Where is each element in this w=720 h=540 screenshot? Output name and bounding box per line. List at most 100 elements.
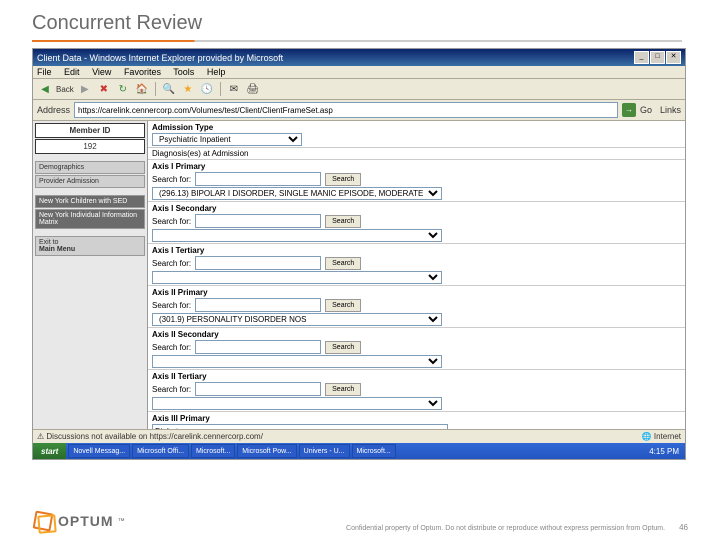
sidebar-exit[interactable]: Exit to Main Menu bbox=[35, 236, 145, 256]
axis1t-title: Axis I Tertiary bbox=[152, 246, 681, 255]
logo-text: OPTUM bbox=[58, 513, 114, 529]
task-item[interactable]: Microsoft... bbox=[352, 444, 396, 458]
axis2s-select[interactable] bbox=[152, 355, 442, 368]
close-button[interactable]: ✕ bbox=[666, 51, 681, 64]
axis2t-select[interactable] bbox=[152, 397, 442, 410]
task-item[interactable]: Microsoft Pow... bbox=[237, 444, 296, 458]
separator bbox=[220, 82, 221, 96]
content-area: Member ID 192 Demographics Provider Admi… bbox=[33, 121, 685, 451]
history-icon[interactable]: 🕓 bbox=[199, 81, 215, 97]
slide-footer: OPTUM ™ Confidential property of Optum. … bbox=[32, 510, 688, 532]
search-label: Search for: bbox=[152, 259, 191, 268]
axis1t-select[interactable] bbox=[152, 271, 442, 284]
axis2t-search-input[interactable] bbox=[195, 382, 321, 396]
task-item[interactable]: Novell Messag... bbox=[68, 444, 130, 458]
taskbar: start Novell Messag... Microsoft Offi...… bbox=[33, 443, 685, 459]
menu-view[interactable]: View bbox=[92, 67, 111, 77]
home-icon[interactable]: 🏠 bbox=[134, 81, 150, 97]
links-label[interactable]: Links bbox=[660, 105, 681, 115]
axis1p-select[interactable]: (296.13) BIPOLAR I DISORDER, SINGLE MANI… bbox=[152, 187, 442, 200]
print-icon[interactable]: 🖨 bbox=[245, 81, 261, 97]
forward-icon[interactable]: ▶ bbox=[77, 81, 93, 97]
axis2s-search-button[interactable]: Search bbox=[325, 341, 361, 354]
address-input[interactable] bbox=[74, 102, 618, 118]
axis1s-select[interactable] bbox=[152, 229, 442, 242]
task-item[interactable]: Microsoft... bbox=[191, 444, 235, 458]
ie-window: Client Data - Windows Internet Explorer … bbox=[32, 48, 686, 460]
go-button[interactable]: → bbox=[622, 103, 636, 117]
task-item[interactable]: Microsoft Offi... bbox=[132, 444, 189, 458]
axis2t-title: Axis II Tertiary bbox=[152, 372, 681, 381]
optum-logo: OPTUM ™ bbox=[32, 510, 125, 532]
address-label: Address bbox=[37, 105, 70, 115]
menu-file[interactable]: File bbox=[37, 67, 52, 77]
axis2p-search-button[interactable]: Search bbox=[325, 299, 361, 312]
axis2t-search-button[interactable]: Search bbox=[325, 383, 361, 396]
task-item[interactable]: Univers - U... bbox=[299, 444, 350, 458]
page-number: 46 bbox=[679, 523, 688, 532]
search-label: Search for: bbox=[152, 175, 191, 184]
ie-titlebar: Client Data - Windows Internet Explorer … bbox=[33, 49, 685, 66]
status-left: ⚠ Discussions not available on https://c… bbox=[37, 432, 263, 441]
axis1s-search-button[interactable]: Search bbox=[325, 215, 361, 228]
minimize-button[interactable]: _ bbox=[634, 51, 649, 64]
diagnoses-label: Diagnosis(es) at Admission bbox=[152, 149, 681, 158]
search-label: Search for: bbox=[152, 301, 191, 310]
window-title: Client Data - Windows Internet Explorer … bbox=[37, 53, 283, 63]
back-icon[interactable]: ◀ bbox=[37, 81, 53, 97]
exit-target: Main Menu bbox=[39, 246, 141, 253]
search-icon[interactable]: 🔍 bbox=[161, 81, 177, 97]
go-label: Go bbox=[640, 105, 652, 115]
favorites-icon[interactable]: ★ bbox=[180, 81, 196, 97]
axis2p-title: Axis II Primary bbox=[152, 288, 681, 297]
menu-bar: File Edit View Favorites Tools Help bbox=[33, 66, 685, 79]
sidebar-item-ny-info-matrix[interactable]: New York Individual Information Matrix bbox=[35, 209, 145, 229]
member-id-label: Member ID bbox=[35, 123, 145, 138]
axis1s-search-input[interactable] bbox=[195, 214, 321, 228]
axis1p-search-input[interactable] bbox=[195, 172, 321, 186]
axis1t-search-input[interactable] bbox=[195, 256, 321, 270]
logo-tm: ™ bbox=[118, 518, 125, 525]
title-underline bbox=[32, 40, 682, 42]
menu-favorites[interactable]: Favorites bbox=[124, 67, 161, 77]
back-label[interactable]: Back bbox=[56, 85, 74, 94]
mail-icon[interactable]: ✉ bbox=[226, 81, 242, 97]
separator bbox=[155, 82, 156, 96]
menu-help[interactable]: Help bbox=[207, 67, 226, 77]
system-clock: 4:15 PM bbox=[643, 447, 685, 456]
axis1p-search-button[interactable]: Search bbox=[325, 173, 361, 186]
admission-type-select[interactable]: Psychiatric Inpatient bbox=[152, 133, 302, 146]
admission-type-label: Admission Type bbox=[152, 123, 681, 132]
start-button[interactable]: start bbox=[33, 443, 66, 459]
sidebar-item-ny-children-sed[interactable]: New York Children with SED bbox=[35, 195, 145, 208]
main-form: Admission Type Psychiatric Inpatient Dia… bbox=[148, 121, 685, 451]
member-id-value: 192 bbox=[35, 139, 145, 154]
search-label: Search for: bbox=[152, 343, 191, 352]
axis2p-select[interactable]: (301.9) PERSONALITY DISORDER NOS bbox=[152, 313, 442, 326]
slide-title: Concurrent Review bbox=[32, 12, 202, 35]
refresh-icon[interactable]: ↻ bbox=[115, 81, 131, 97]
logo-icon bbox=[32, 510, 54, 532]
sidebar: Member ID 192 Demographics Provider Admi… bbox=[33, 121, 148, 451]
exit-label: Exit to bbox=[39, 239, 141, 246]
search-label: Search for: bbox=[152, 385, 191, 394]
axis2s-search-input[interactable] bbox=[195, 340, 321, 354]
stop-icon[interactable]: ✖ bbox=[96, 81, 112, 97]
toolbar: ◀ Back ▶ ✖ ↻ 🏠 🔍 ★ 🕓 ✉ 🖨 bbox=[33, 79, 685, 100]
axis1p-title: Axis I Primary bbox=[152, 162, 681, 171]
status-right: 🌐 Internet bbox=[642, 432, 681, 441]
search-label: Search for: bbox=[152, 217, 191, 226]
footer-text: Confidential property of Optum. Do not d… bbox=[346, 525, 665, 532]
sidebar-item-provider-admission[interactable]: Provider Admission bbox=[35, 175, 145, 188]
axis2s-title: Axis II Secondary bbox=[152, 330, 681, 339]
menu-edit[interactable]: Edit bbox=[64, 67, 80, 77]
axis1s-title: Axis I Secondary bbox=[152, 204, 681, 213]
maximize-button[interactable]: □ bbox=[650, 51, 665, 64]
sidebar-item-demographics[interactable]: Demographics bbox=[35, 161, 145, 174]
address-bar: Address → Go Links bbox=[33, 100, 685, 121]
axis2p-search-input[interactable] bbox=[195, 298, 321, 312]
status-bar: ⚠ Discussions not available on https://c… bbox=[33, 429, 685, 443]
menu-tools[interactable]: Tools bbox=[173, 67, 194, 77]
axis3p-title: Axis III Primary bbox=[152, 414, 681, 423]
axis1t-search-button[interactable]: Search bbox=[325, 257, 361, 270]
